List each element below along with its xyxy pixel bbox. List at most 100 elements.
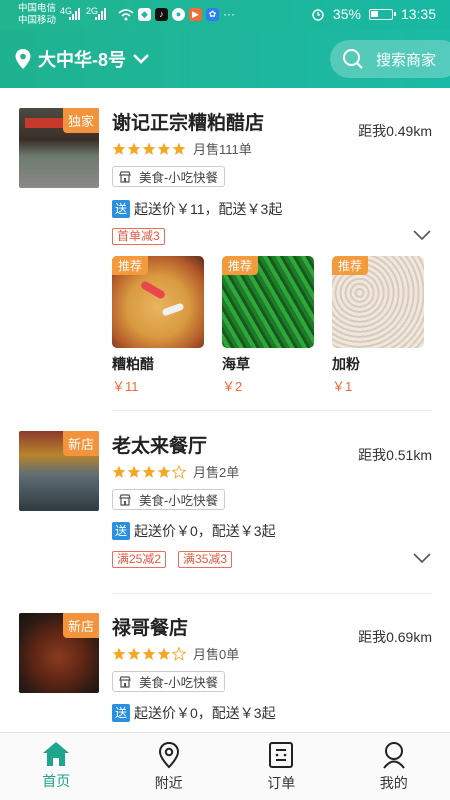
- nav-home[interactable]: 首页: [0, 733, 113, 800]
- location-name: 大中华-8号: [38, 50, 127, 70]
- new-shop-badge: 新店: [62, 613, 99, 638]
- promo-tag: 满25减2: [112, 551, 167, 568]
- dish-name: 糟粕醋: [112, 356, 154, 372]
- dish-price: ￥11: [112, 379, 139, 394]
- bottom-nav: 首页 附近 订单 我的: [0, 732, 450, 800]
- order-list-icon: [269, 742, 294, 768]
- dish-price: ￥2: [222, 379, 243, 394]
- shop-distance: 距我0.51km: [358, 447, 432, 463]
- category-tag: 美食-小吃快餐: [112, 489, 226, 510]
- nav-orders-label: 订单: [267, 775, 296, 791]
- delivery-text: 起送价￥11，配送￥3起: [134, 201, 283, 217]
- nav-profile-label: 我的: [379, 775, 408, 791]
- search-input[interactable]: 搜索商家: [330, 40, 450, 78]
- dish-name: 加粉: [332, 356, 360, 372]
- carrier-2: 中国移动: [18, 15, 57, 26]
- chevron-down-icon: [133, 54, 149, 64]
- shop-thumbnail: 新店: [19, 431, 99, 511]
- delivery-info: 送 起送价￥0，配送￥3起: [112, 703, 276, 723]
- recommend-tag: 推荐: [112, 256, 149, 275]
- baidu-icon: ✿: [206, 7, 219, 21]
- star-icon: [172, 142, 186, 155]
- delivery-tag: 送: [112, 200, 130, 218]
- location-selector[interactable]: 大中华-8号: [14, 46, 156, 72]
- nav-profile[interactable]: 我的: [338, 733, 450, 800]
- divider: [112, 593, 432, 594]
- status-bar: 中国电信 中国移动 4G 2G ◆ ♪ ● ▶ ✿ ··· 35% 13:35: [0, 0, 450, 30]
- recommend-tag: 推荐: [332, 256, 369, 275]
- category-label: 美食-小吃快餐: [139, 494, 219, 508]
- nav-nearby[interactable]: 附近: [113, 733, 226, 800]
- clock: 13:35: [400, 6, 436, 22]
- carrier-info: 中国电信 中国移动: [18, 3, 56, 27]
- delivery-tag: 送: [112, 704, 130, 722]
- nav-nearby-label: 附近: [154, 775, 183, 791]
- promo-list: 首单减3: [112, 228, 165, 245]
- shield-app-icon: ◆: [138, 7, 151, 21]
- location-pin-icon: [15, 49, 31, 69]
- new-shop-badge: 新店: [62, 431, 99, 456]
- dish-image: 推荐: [332, 256, 424, 348]
- shop-card[interactable]: 新店 禄哥餐店 距我0.69km 月售0单 美食-小吃快餐 送 起送价￥0，配送…: [0, 613, 450, 732]
- signal-icon: [69, 8, 80, 20]
- category-label: 美食-小吃快餐: [139, 171, 219, 185]
- category-tag: 美食-小吃快餐: [112, 671, 226, 692]
- app-header: 大中华-8号 搜索商家: [0, 30, 450, 88]
- shop-card[interactable]: 独家 谢记正宗糟粕醋店 距我0.49km 月售111单 美食-小吃快餐 送 起送…: [0, 88, 450, 411]
- shop-distance: 距我0.69km: [358, 629, 432, 645]
- search-icon: [343, 49, 363, 69]
- dish-image: 推荐: [112, 256, 204, 348]
- video-app-icon: ▶: [189, 7, 202, 21]
- category-label: 美食-小吃快餐: [139, 676, 219, 690]
- promo-tag: 满35减3: [178, 551, 233, 568]
- shop-name: 老太来餐厅: [112, 436, 208, 457]
- dish-card[interactable]: 推荐 糟粕醋 ￥11: [112, 256, 204, 395]
- store-icon: [119, 675, 131, 688]
- star-icon: [127, 142, 141, 155]
- dish-card[interactable]: 推荐 加粉 ￥1: [332, 256, 424, 395]
- store-icon: [119, 493, 131, 506]
- dish-garnish: [161, 302, 185, 317]
- star-icon: [112, 647, 126, 660]
- search-placeholder: 搜索商家: [376, 51, 437, 69]
- battery-percent: 35%: [332, 6, 361, 22]
- recommended-dishes: 推荐 糟粕醋 ￥11 推荐 海草 ￥2 推荐 加粉 ￥1: [112, 256, 424, 395]
- shop-list[interactable]: 独家 谢记正宗糟粕醋店 距我0.49km 月售111单 美食-小吃快餐 送 起送…: [0, 88, 450, 732]
- shop-card[interactable]: 新店 老太来餐厅 距我0.51km 月售2单 美食-小吃快餐 送 起送价￥0，配…: [0, 431, 450, 594]
- notification-icons: ◆ ♪ ● ▶ ✿ ···: [118, 7, 235, 21]
- star-icon: [127, 647, 141, 660]
- dish-price: ￥1: [332, 379, 353, 394]
- promo-tag: 首单减3: [112, 228, 165, 245]
- dish-card[interactable]: 推荐 海草 ￥2: [222, 256, 314, 395]
- expand-chevron-icon[interactable]: [412, 552, 432, 564]
- divider: [112, 410, 432, 411]
- star-icon: [112, 465, 126, 478]
- star-icon: [157, 465, 171, 478]
- alarm-icon: [312, 9, 324, 21]
- delivery-info: 送 起送价￥11，配送￥3起: [112, 199, 282, 219]
- nav-orders[interactable]: 订单: [225, 733, 338, 800]
- shop-sign: [25, 118, 65, 128]
- shop-thumbnail: 独家: [19, 108, 99, 188]
- shop-rating: 月售2单: [112, 462, 239, 481]
- expand-chevron-icon[interactable]: [412, 229, 432, 241]
- star-icon: [142, 647, 156, 660]
- more-notifications-icon: ···: [223, 7, 235, 21]
- delivery-text: 起送价￥0，配送￥3起: [134, 523, 276, 539]
- dish-name: 海草: [222, 356, 250, 372]
- message-icon: ●: [172, 7, 185, 21]
- star-icon: [112, 142, 126, 155]
- exclusive-badge: 独家: [62, 108, 99, 133]
- promo-list: 满25减2 满35减3: [112, 551, 233, 568]
- monthly-sales: 月售2单: [193, 465, 240, 480]
- star-icon: [157, 647, 171, 660]
- star-icon: [142, 465, 156, 478]
- tiktok-icon: ♪: [155, 7, 168, 21]
- user-icon: [382, 742, 405, 769]
- category-tag: 美食-小吃快餐: [112, 166, 226, 187]
- delivery-text: 起送价￥0，配送￥3起: [134, 705, 276, 721]
- shop-thumbnail: 新店: [19, 613, 99, 693]
- wifi-icon: [118, 8, 134, 20]
- recommend-tag: 推荐: [222, 256, 259, 275]
- dish-image: 推荐: [222, 256, 314, 348]
